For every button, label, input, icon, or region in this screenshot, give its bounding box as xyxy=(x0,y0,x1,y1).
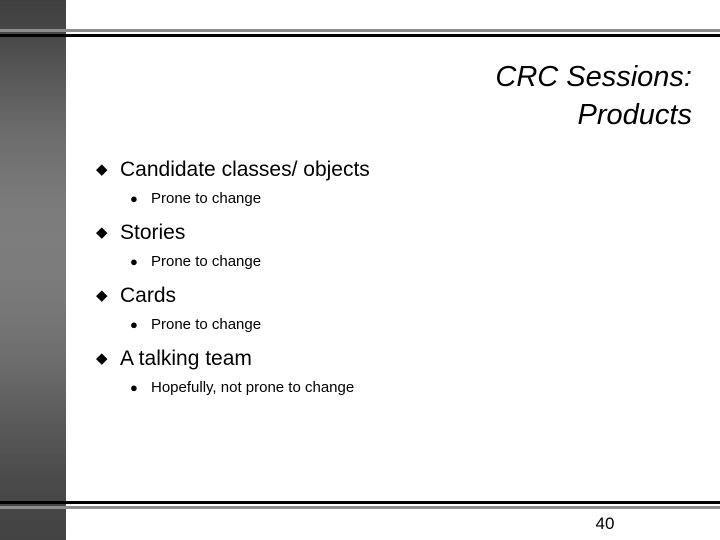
bullet-level2: ● Prone to change xyxy=(0,250,720,281)
bullet-group: ◆ A talking team ● Hopefully, not prone … xyxy=(0,344,720,407)
bullet-level1: ◆ Candidate classes/ objects xyxy=(0,155,720,187)
header-rule-gray xyxy=(0,29,720,32)
circle-bullet-icon: ● xyxy=(130,254,138,269)
bullet-level2: ● Prone to change xyxy=(0,313,720,344)
circle-bullet-icon: ● xyxy=(130,317,138,332)
bullet-group: ◆ Stories ● Prone to change xyxy=(0,218,720,281)
diamond-bullet-icon: ◆ xyxy=(96,161,108,178)
header-rule-black xyxy=(0,34,720,37)
slide-title-line-1: CRC Sessions: xyxy=(495,61,692,93)
bullet-level2: ● Hopefully, not prone to change xyxy=(0,376,720,407)
bullet-group: ◆ Candidate classes/ objects ● Prone to … xyxy=(0,155,720,218)
slide-title-line-2: Products xyxy=(577,99,692,131)
bullet-level2-label: Prone to change xyxy=(151,253,262,270)
bullet-level1: ◆ Cards xyxy=(0,281,720,313)
circle-bullet-icon: ● xyxy=(130,380,138,395)
circle-bullet-icon: ● xyxy=(130,191,138,206)
bullet-level2-label: Prone to change xyxy=(151,190,262,207)
bullet-level1-label: Candidate classes/ objects xyxy=(120,158,370,181)
bullet-level2-label: Prone to change xyxy=(151,316,262,333)
bullet-level2-label: Hopefully, not prone to change xyxy=(151,379,355,396)
slide-title: CRC Sessions: Products xyxy=(180,58,692,134)
footer-rule-gray xyxy=(0,506,720,509)
diamond-bullet-icon: ◆ xyxy=(96,224,108,241)
bullet-level1-label: Stories xyxy=(120,221,186,244)
page-number: 40 xyxy=(595,514,615,533)
bullet-level1-label: Cards xyxy=(120,284,177,307)
footer-rule-black xyxy=(0,501,720,504)
bullet-level1: ◆ Stories xyxy=(0,218,720,250)
bullet-level1: ◆ A talking team xyxy=(0,344,720,376)
diamond-bullet-icon: ◆ xyxy=(96,287,108,304)
bullet-level1-label: A talking team xyxy=(120,347,252,370)
bullet-group: ◆ Cards ● Prone to change xyxy=(0,281,720,344)
slide-body-bullet-list: ◆ Candidate classes/ objects ● Prone to … xyxy=(0,155,720,407)
presentation-slide: CRC Sessions: Products ◆ Candidate class… xyxy=(0,0,720,540)
bullet-level2: ● Prone to change xyxy=(0,187,720,218)
diamond-bullet-icon: ◆ xyxy=(96,350,108,367)
